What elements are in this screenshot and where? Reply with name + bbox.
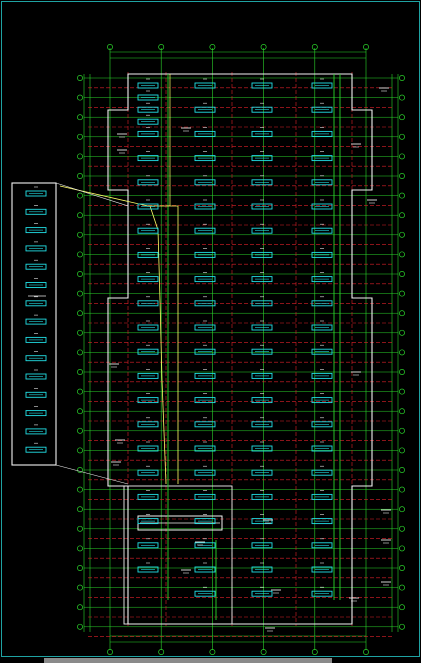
horizontal-scrollbar[interactable] bbox=[44, 658, 332, 663]
cad-drawing-canvas[interactable] bbox=[0, 0, 421, 663]
canvas-background bbox=[0, 0, 421, 663]
